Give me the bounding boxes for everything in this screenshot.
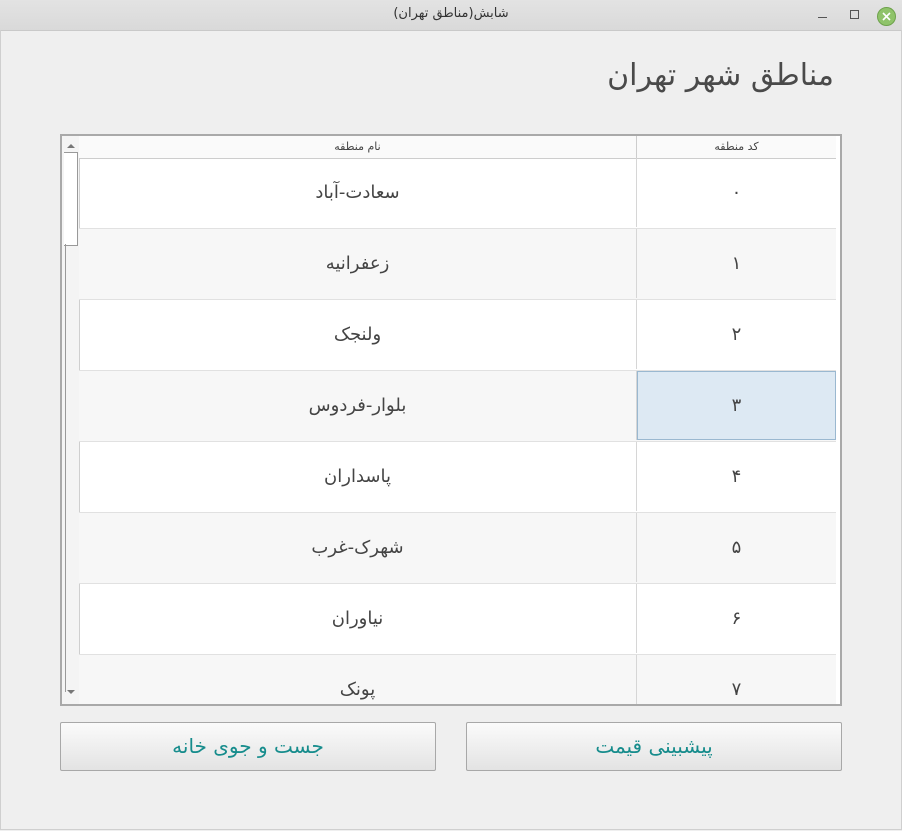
cell-region-code[interactable]: ۲ [637,300,836,369]
page-title: مناطق شهر تهران [607,58,834,93]
cell-region-code[interactable]: ۶ [637,584,836,653]
scroll-thumb[interactable] [64,152,78,246]
cell-region-name[interactable]: نیاوران [79,584,637,653]
minimize-button[interactable] [814,7,830,23]
regions-table[interactable]: نام منطقه کد منطقه سعادت-آباد ۰ زعفرانیه… [60,134,842,706]
cell-region-name[interactable]: بلوار-فردوس [79,371,637,440]
table-row[interactable]: شهرک-غرب ۵ [79,513,836,584]
table-row[interactable]: بلوار-فردوس ۳ [79,371,836,442]
table-row[interactable]: سعادت-آباد ۰ [79,158,836,229]
close-icon [882,12,891,21]
cell-region-name[interactable]: شهرک-غرب [79,513,637,582]
table-row[interactable]: ولنجک ۲ [79,300,836,371]
cell-region-code[interactable]: ۵ [637,513,836,582]
search-house-button[interactable]: جست و جوی خانه [60,722,436,771]
cell-region-name[interactable]: پاسداران [79,442,637,511]
cell-region-name[interactable]: سعادت-آباد [79,158,637,227]
table-header: نام منطقه کد منطقه [79,136,836,159]
cell-region-code[interactable]: ۰ [637,158,836,227]
scroll-up-icon[interactable] [67,144,75,148]
vertical-scrollbar[interactable] [62,136,80,704]
close-button[interactable] [877,7,896,26]
table-row[interactable]: نیاوران ۶ [79,584,836,655]
maximize-button[interactable] [846,7,862,23]
column-header-code[interactable]: کد منطقه [637,140,836,153]
cell-region-name[interactable]: ولنجک [79,300,637,369]
table-body: سعادت-آباد ۰ زعفرانیه ۱ ولنجک ۲ بلوار-فر… [79,158,836,704]
predict-price-button[interactable]: پیشبینی قیمت [466,722,842,771]
cell-region-code[interactable]: ۱ [637,229,836,298]
scroll-track[interactable] [65,244,66,692]
column-header-name[interactable]: نام منطقه [79,140,636,153]
title-bar[interactable]: شابش(مناطق تهران) [0,0,902,31]
table-row[interactable]: پاسداران ۴ [79,442,836,513]
cell-region-code-selected[interactable]: ۳ [637,371,836,440]
cell-region-code[interactable]: ۴ [637,442,836,511]
table-row[interactable]: زعفرانیه ۱ [79,229,836,300]
table-row[interactable]: پونک ۷ [79,655,836,704]
cell-region-code[interactable]: ۷ [637,655,836,704]
cell-region-name[interactable]: پونک [79,655,637,704]
cell-region-name[interactable]: زعفرانیه [79,229,637,298]
scroll-down-icon[interactable] [67,690,75,694]
window-title: شابش(مناطق تهران) [393,6,509,21]
